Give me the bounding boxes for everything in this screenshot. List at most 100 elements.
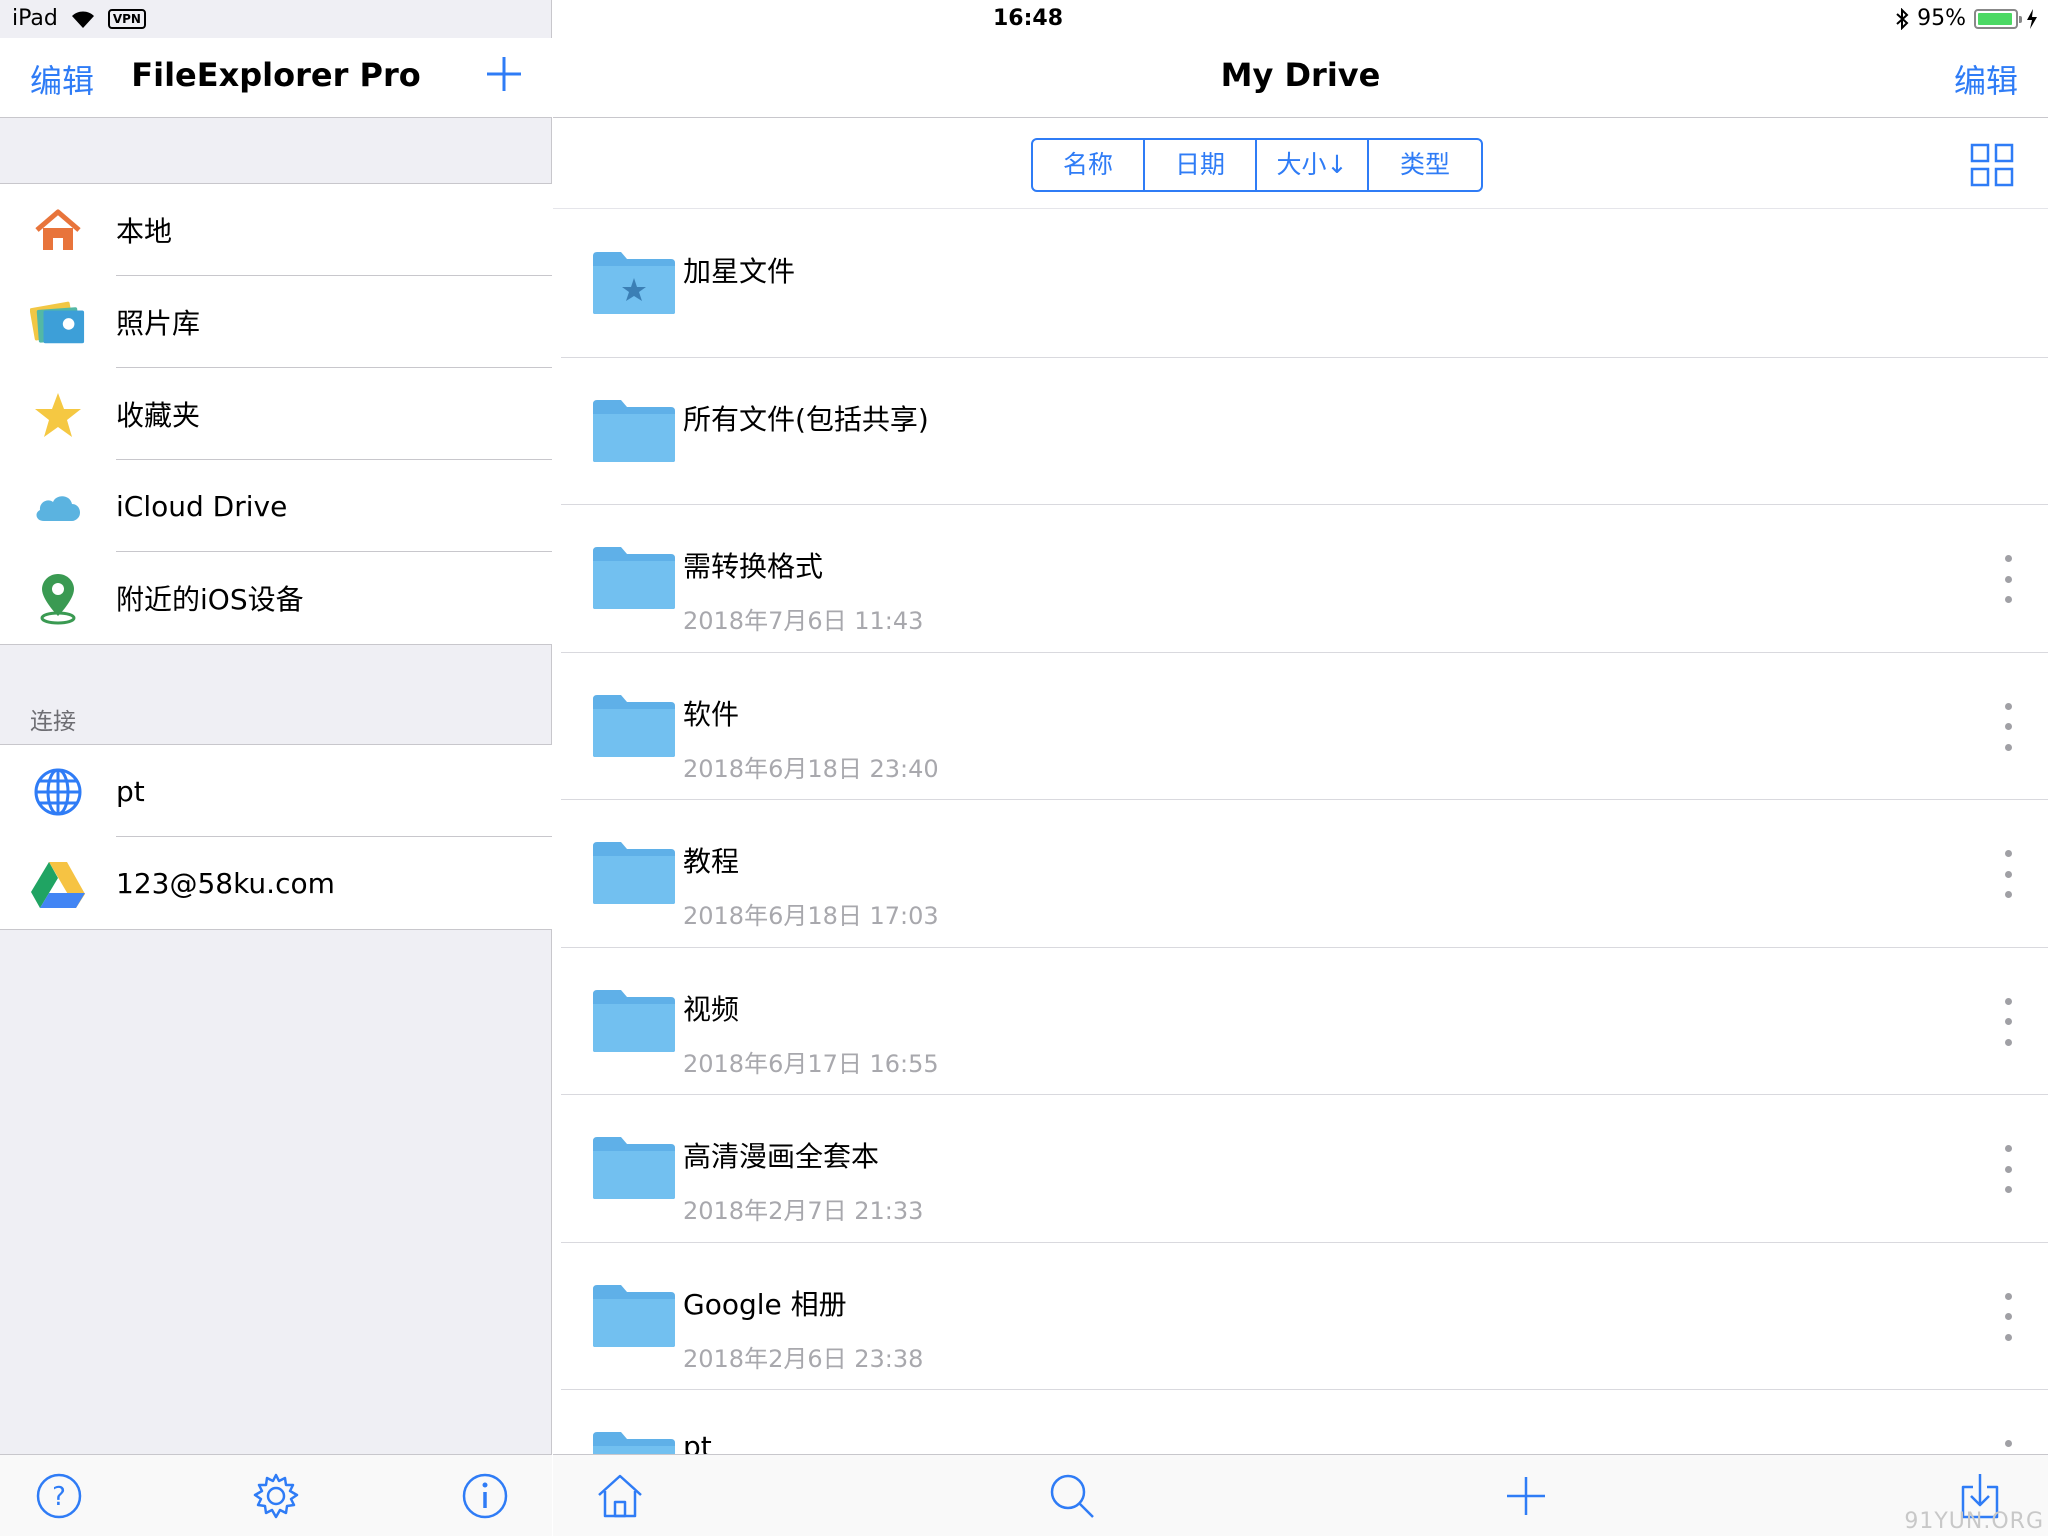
help-icon[interactable]: ? (34, 1471, 84, 1521)
sort-by-date-button[interactable]: 日期 (1145, 140, 1257, 190)
home-icon[interactable] (595, 1471, 645, 1521)
sidebar-toolbar: ? (0, 1454, 552, 1536)
sidebar-nav-bar: 编辑 FileExplorer Pro (0, 38, 552, 118)
sort-by-name-button[interactable]: 名称 (1033, 140, 1145, 190)
more-options-icon[interactable] (1998, 850, 2018, 898)
bluetooth-icon (1896, 7, 1909, 30)
sidebar-item-label: 照片库 (116, 307, 201, 340)
watermark: 91YUN.ORG (1904, 1509, 2044, 1534)
folder-icon (591, 545, 677, 611)
settings-gear-icon[interactable] (251, 1471, 301, 1521)
sort-bar: 名称 日期 大小↓ 类型 (553, 119, 2048, 209)
more-options-icon[interactable] (1998, 1145, 2018, 1193)
file-row[interactable]: 视频 2018年6月17日 16:55 (561, 948, 2048, 1095)
main-toolbar: 91YUN.ORG (553, 1454, 2048, 1536)
add-icon[interactable] (1501, 1471, 1551, 1521)
photo-library-icon (30, 298, 86, 348)
file-name: 加星文件 (683, 255, 796, 288)
more-dot (2004, 1292, 2012, 1300)
file-name: Google 相册 (683, 1287, 847, 1321)
folder-icon (591, 1430, 677, 1454)
folder-icon (591, 988, 677, 1054)
folder-icon (591, 693, 677, 759)
more-dot (2004, 702, 2012, 710)
location-pin-icon (30, 574, 86, 625)
more-dot (2004, 1186, 2012, 1193)
search-icon[interactable] (1047, 1471, 1097, 1521)
app-title: FileExplorer Pro (131, 56, 421, 94)
file-date: 2018年6月18日 17:03 (683, 902, 939, 930)
file-date: 2018年2月6日 23:38 (683, 1344, 924, 1373)
sort-by-type-button[interactable]: 类型 (1369, 140, 1481, 190)
file-row[interactable]: 高清漫画全套本 2018年2月7日 21:33 (561, 1095, 2048, 1243)
folder-icon (591, 398, 677, 464)
file-row[interactable]: 所有文件(包括共享) (561, 358, 2048, 505)
connection-label: 123@58ku.com (116, 866, 335, 900)
status-time: 16:48 (992, 6, 1064, 31)
battery-icon (1974, 8, 2022, 29)
more-dot (2004, 1018, 2012, 1025)
folder-icon (591, 1283, 677, 1349)
more-dot (2004, 891, 2012, 898)
file-row[interactable]: 教程 2018年6月18日 17:03 (561, 800, 2048, 948)
more-dot (2004, 1145, 2012, 1152)
file-name: 教程 (683, 845, 740, 878)
more-options-icon[interactable] (1998, 997, 2018, 1046)
more-options-icon[interactable] (1998, 555, 2018, 603)
sidebar-item-photos[interactable]: 照片库 (0, 276, 552, 368)
file-row[interactable]: 软件 2018年6月18日 23:40 (561, 653, 2048, 800)
sidebar-item-label: iCloud Drive (116, 489, 288, 523)
file-list: 加星文件所有文件(包括共享) 需转换格式 2018年7月6日 11:43 软件 2018… (561, 210, 2048, 1454)
file-date: 2018年7月6日 11:43 (683, 607, 924, 635)
page-title: My Drive (1220, 56, 1381, 94)
more-dot (2004, 1165, 2012, 1173)
main-edit-button[interactable]: 编辑 (1954, 56, 2018, 102)
more-dot (2004, 1333, 2012, 1341)
more-options-icon[interactable] (1998, 1440, 2018, 1454)
charging-bolt-icon (2027, 8, 2037, 29)
sidebar: 编辑 FileExplorer Pro 本地 照片库 收藏夹 iCloud Dr… (0, 0, 552, 1536)
status-right: 95% (1895, 6, 2038, 31)
app-window: 编辑 FileExplorer Pro 本地 照片库 收藏夹 iCloud Dr… (0, 0, 2048, 1536)
locations-group: 本地 照片库 收藏夹 iCloud Drive 附近的iOS设备 (0, 183, 552, 645)
file-name: 需转换格式 (683, 550, 824, 583)
battery-level-fill (1978, 12, 2013, 25)
more-options-icon[interactable] (1998, 1292, 2018, 1341)
more-dot (2004, 1313, 2012, 1320)
sort-by-size-button[interactable]: 大小↓ (1257, 140, 1369, 190)
sidebar-item-favorites[interactable]: 收藏夹 (0, 368, 552, 460)
file-row[interactable]: 需转换格式 2018年7月6日 11:43 (561, 505, 2048, 653)
connection-item-google-drive[interactable]: 123@58ku.com (0, 837, 552, 929)
sidebar-item-label: 附近的iOS设备 (116, 583, 304, 616)
file-row[interactable]: 加星文件 (561, 210, 2048, 358)
file-row[interactable]: Google 相册 2018年2月6日 23:38 (561, 1243, 2048, 1390)
sort-segmented-control: 名称 日期 大小↓ 类型 (1031, 138, 1483, 192)
info-icon[interactable] (460, 1471, 510, 1521)
connections-group: pt 123@58ku.com (0, 744, 552, 930)
sidebar-item-nearby-devices[interactable]: 附近的iOS设备 (0, 552, 552, 644)
status-bar: iPad VPN 16:48 95% (0, 0, 2048, 38)
file-date: 2018年6月17日 16:55 (683, 1049, 939, 1078)
file-date: 2018年6月18日 23:40 (683, 754, 939, 783)
more-dot (2004, 1038, 2012, 1046)
more-options-icon[interactable] (1998, 702, 2018, 751)
cloud-icon (30, 482, 86, 532)
svg-text:?: ? (52, 1482, 66, 1512)
file-name: 高清漫画全套本 (683, 1140, 880, 1173)
file-name: pt (683, 1430, 712, 1454)
sidebar-item-icloud[interactable]: iCloud Drive (0, 460, 552, 552)
add-connection-icon[interactable] (484, 54, 524, 94)
battery-percent: 95% (1917, 6, 1966, 31)
file-name: 视频 (683, 992, 740, 1026)
file-name: 所有文件(包括共享) (683, 402, 929, 436)
folder-icon (591, 840, 677, 906)
file-row[interactable]: pt (561, 1390, 2048, 1454)
home-icon (30, 206, 86, 256)
more-dot (2004, 723, 2012, 730)
more-dot (2004, 743, 2012, 751)
connection-item-pt[interactable]: pt (0, 745, 552, 837)
main-nav-bar: My Drive 编辑 (553, 38, 2048, 118)
grid-view-icon[interactable] (1970, 143, 2014, 187)
sidebar-item-local[interactable]: 本地 (0, 184, 552, 276)
more-dot (2004, 997, 2012, 1005)
